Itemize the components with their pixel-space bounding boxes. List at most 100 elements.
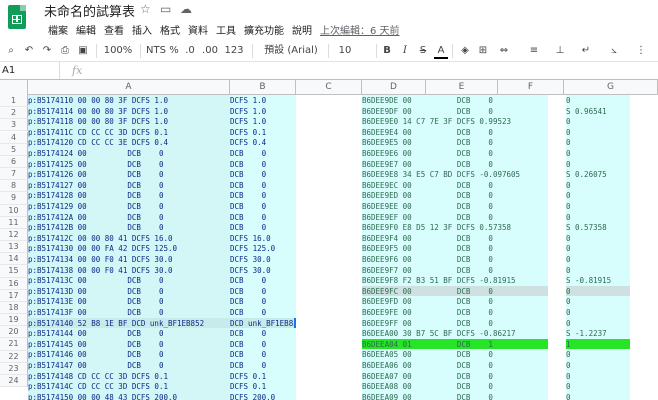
- name-box[interactable]: A1: [0, 62, 60, 79]
- cell-f-gap[interactable]: [548, 328, 566, 339]
- menu-extensions[interactable]: 擴充功能: [240, 22, 288, 38]
- cell-g[interactable]: S -0.81915: [566, 275, 630, 286]
- cell-g[interactable]: 0: [566, 148, 630, 159]
- bold-button[interactable]: B: [380, 43, 394, 59]
- row-header[interactable]: 15: [0, 265, 28, 278]
- currency-format-button[interactable]: NTS: [144, 43, 168, 59]
- sheets-logo-icon[interactable]: [8, 5, 26, 29]
- cell-c[interactable]: [296, 116, 362, 127]
- decrease-decimal-button[interactable]: .0: [182, 43, 198, 59]
- text-rotation-icon[interactable]: ⦣: [604, 43, 624, 59]
- cell-c[interactable]: [296, 381, 362, 392]
- row-header[interactable]: 18: [0, 301, 28, 315]
- cell-f-gap[interactable]: [548, 285, 566, 297]
- cell-g[interactable]: 0: [566, 317, 630, 329]
- cell-f-gap[interactable]: [548, 190, 566, 201]
- row-header[interactable]: 13: [0, 241, 28, 254]
- row-header[interactable]: 12: [0, 228, 28, 242]
- menu-data[interactable]: 資料: [184, 22, 212, 38]
- column-header-e[interactable]: E: [426, 80, 498, 95]
- fill-color-icon[interactable]: ◈: [458, 43, 472, 59]
- cell-d[interactable]: B6DEE9DF 00 DCB 0: [362, 105, 548, 117]
- cell-b[interactable]: DCFS 0.1: [230, 370, 296, 382]
- cell-c[interactable]: [296, 317, 362, 329]
- strikethrough-button[interactable]: S: [416, 43, 430, 59]
- cell-c[interactable]: [296, 254, 362, 265]
- menu-edit[interactable]: 編輯: [72, 22, 100, 38]
- cell-d[interactable]: B6DEE9E4 00 DCB 0: [362, 126, 548, 138]
- row-header[interactable]: 4: [0, 131, 28, 144]
- cell-d[interactable]: B6DEE9E8 34 E5 C7 BD DCFS -0.097605: [362, 169, 548, 180]
- cell-b[interactable]: DCB 0: [230, 338, 296, 350]
- cell-f-gap[interactable]: [548, 391, 566, 400]
- cell-f-gap[interactable]: [548, 158, 566, 170]
- selected-cell-cursor[interactable]: [294, 317, 296, 329]
- cell-b[interactable]: DCFS 125.0: [230, 243, 296, 254]
- cell-b[interactable]: DCFS 0.1: [230, 381, 296, 392]
- cell-d[interactable]: B6DEE9FC 00 DCB 0: [362, 285, 548, 297]
- redo-icon[interactable]: ↷: [40, 43, 54, 59]
- cell-g[interactable]: 0: [566, 137, 630, 148]
- menu-help[interactable]: 說明: [288, 22, 316, 38]
- cell-d[interactable]: B6DEEA08 00 DCB 0: [362, 381, 548, 392]
- more-tools-icon[interactable]: ⋮: [634, 43, 648, 59]
- cell-a[interactable]: p:B5174130 00 00 FA 42 DCFS 125.0: [28, 243, 230, 254]
- cell-d[interactable]: B6DEE9EC 00 DCB 0: [362, 179, 548, 191]
- cell-c[interactable]: [296, 148, 362, 159]
- cell-g[interactable]: S 0.57358: [566, 222, 630, 233]
- cell-c[interactable]: [296, 158, 362, 170]
- menu-tools[interactable]: 工具: [212, 22, 240, 38]
- cell-b[interactable]: DCB 0: [230, 169, 296, 180]
- cell-c[interactable]: [296, 190, 362, 201]
- menu-view[interactable]: 查看: [100, 22, 128, 38]
- cell-c[interactable]: [296, 360, 362, 371]
- cell-c[interactable]: [296, 391, 362, 400]
- row-header[interactable]: 17: [0, 289, 28, 302]
- cell-a[interactable]: p:B5174147 00 DCB 0: [28, 360, 230, 371]
- cell-f-gap[interactable]: [548, 179, 566, 191]
- move-folder-icon[interactable]: ▭: [160, 2, 171, 16]
- cell-b[interactable]: DCB 0: [230, 360, 296, 371]
- cell-a[interactable]: p:B517413F 00 DCB 0: [28, 307, 230, 318]
- row-header[interactable]: 19: [0, 314, 28, 327]
- cell-c[interactable]: [296, 232, 362, 244]
- cell-f-gap[interactable]: [548, 317, 566, 329]
- cell-f-gap[interactable]: [548, 360, 566, 371]
- cell-d[interactable]: B6DEE9F7 00 DCB 0: [362, 264, 548, 276]
- cell-d[interactable]: B6DEE9EE 00 DCB 0: [362, 201, 548, 212]
- print-icon[interactable]: ⎙: [58, 43, 72, 59]
- row-header[interactable]: 16: [0, 277, 28, 290]
- cell-a[interactable]: p:B5174127 00 DCB 0: [28, 179, 230, 191]
- cell-c[interactable]: [296, 179, 362, 191]
- cell-c[interactable]: [296, 105, 362, 117]
- vertical-align-icon[interactable]: ⊥: [550, 43, 570, 59]
- percent-format-button[interactable]: %: [168, 43, 180, 59]
- cell-b[interactable]: DCB 0: [230, 307, 296, 318]
- row-header[interactable]: 7: [0, 168, 28, 181]
- cell-b[interactable]: DCFS 16.0: [230, 232, 296, 244]
- cell-g[interactable]: 0: [566, 116, 630, 127]
- cell-g[interactable]: 0: [566, 232, 630, 244]
- cell-a[interactable]: p:B517412B 00 DCB 0: [28, 222, 230, 233]
- cell-b[interactable]: DCFS 200.0: [230, 391, 296, 400]
- menu-file[interactable]: 檔案: [44, 22, 72, 38]
- cell-f-gap[interactable]: [548, 116, 566, 127]
- cell-b[interactable]: DCB 0: [230, 328, 296, 339]
- cell-f-gap[interactable]: [548, 349, 566, 360]
- cell-b[interactable]: DCB 0: [230, 211, 296, 223]
- row-header[interactable]: 20: [0, 326, 28, 339]
- cell-b[interactable]: DCFS 1.0: [230, 116, 296, 127]
- cell-d[interactable]: B6DEE9FE 00 DCB 0: [362, 307, 548, 318]
- cell-c[interactable]: [296, 243, 362, 254]
- cell-d[interactable]: B6DEEA05 00 DCB 0: [362, 349, 548, 360]
- cell-b[interactable]: DCD unk_BF1EB852: [230, 317, 296, 329]
- row-header[interactable]: 8: [0, 180, 28, 193]
- cell-d[interactable]: B6DEE9F4 00 DCB 0: [362, 232, 548, 244]
- cell-b[interactable]: DCB 0: [230, 275, 296, 286]
- cell-a[interactable]: p:B5174120 CD CC CC 3E DCFS 0.4: [28, 137, 230, 148]
- cell-b[interactable]: DCFS 30.0: [230, 264, 296, 276]
- cell-d[interactable]: B6DEE9ED 00 DCB 0: [362, 190, 548, 201]
- font-select[interactable]: 預設 (Arial): [258, 43, 324, 59]
- cell-a[interactable]: p:B5174145 00 DCB 0: [28, 338, 230, 350]
- menu-format[interactable]: 格式: [156, 22, 184, 38]
